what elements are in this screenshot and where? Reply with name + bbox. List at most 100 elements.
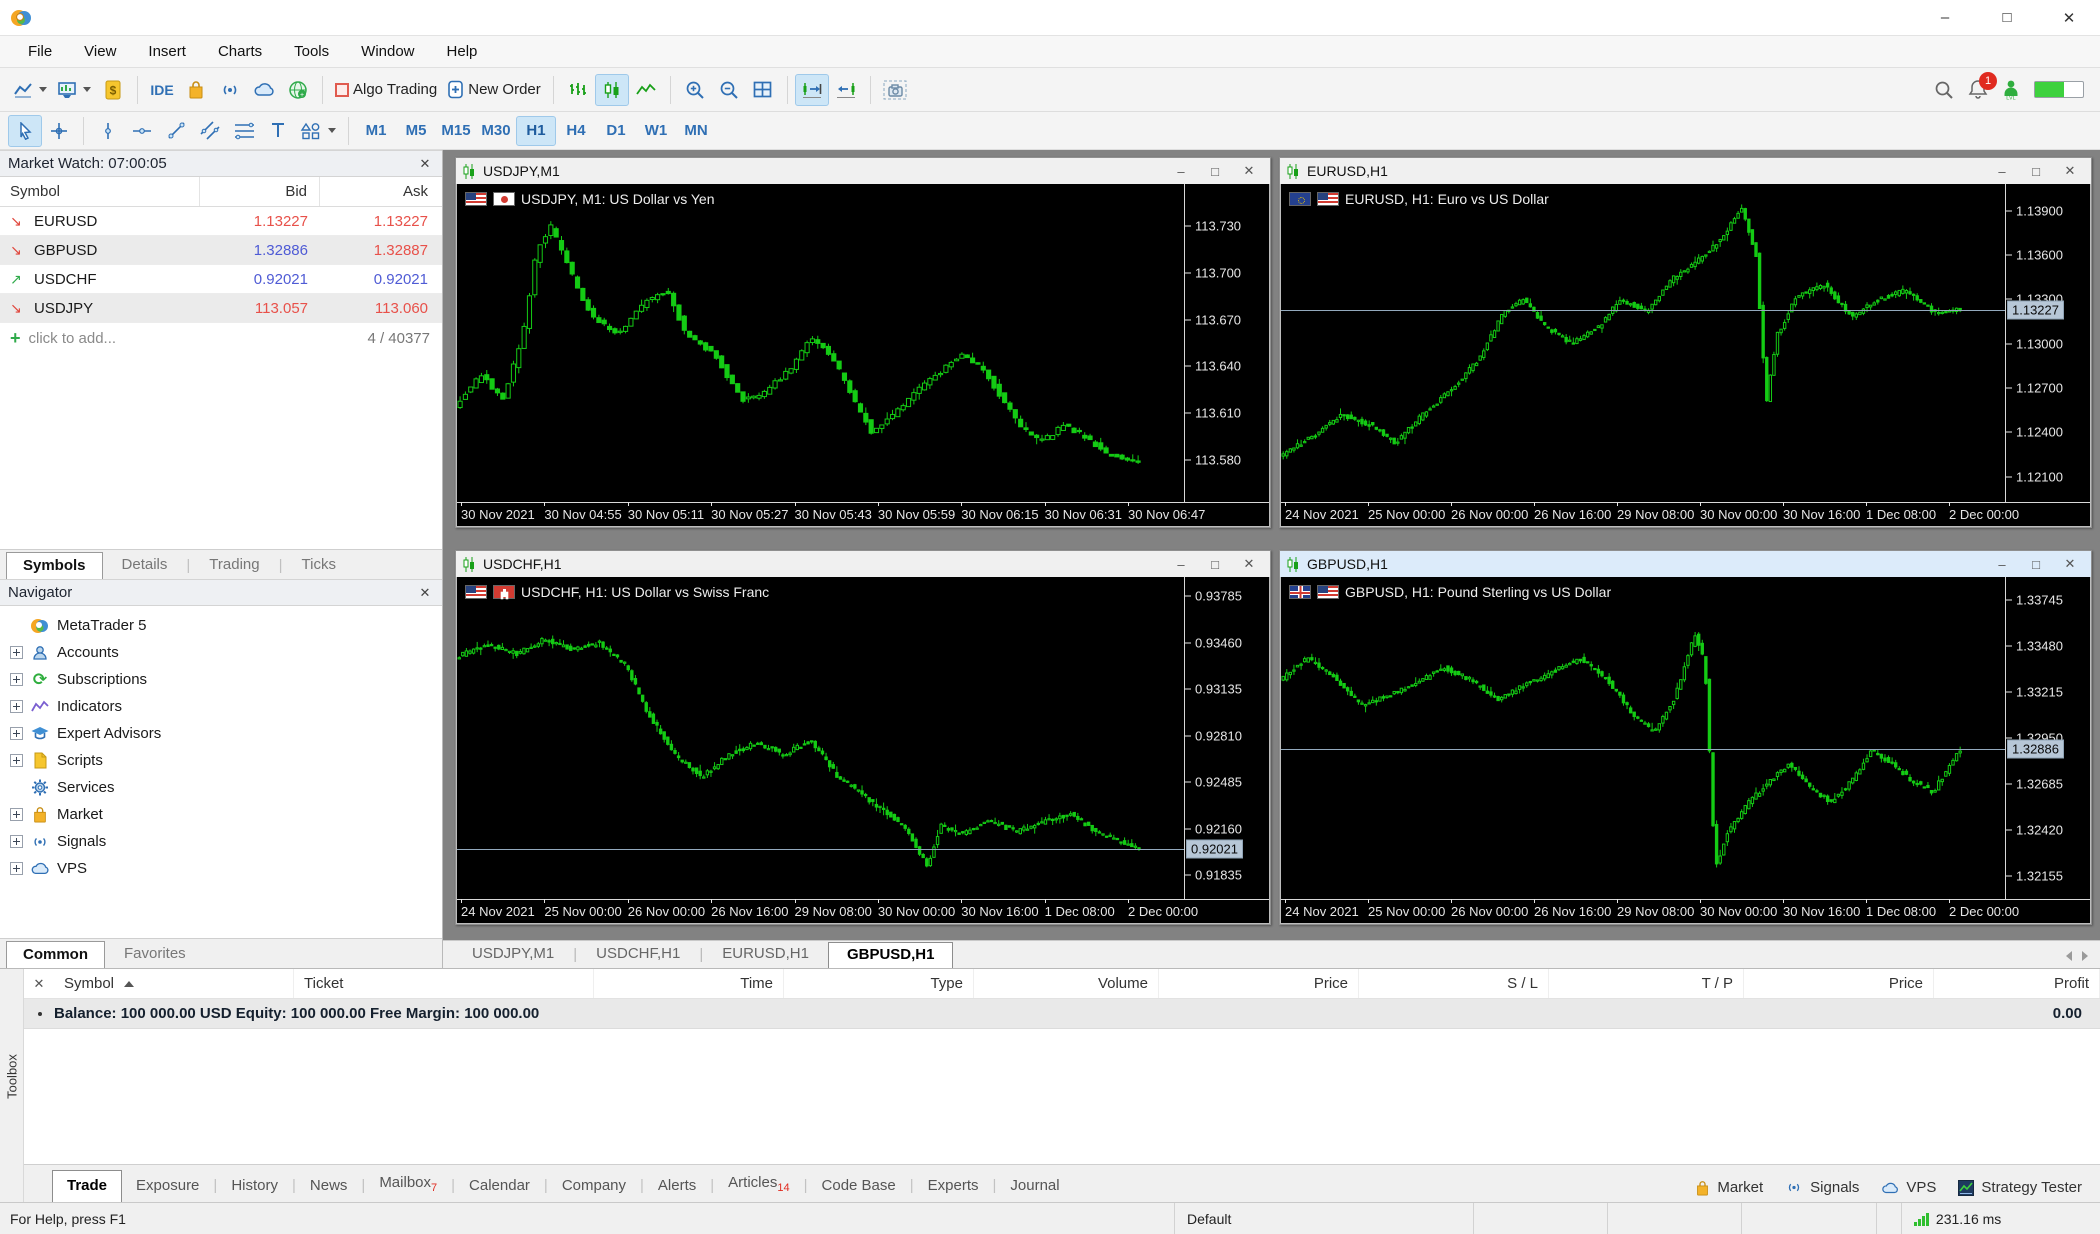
column-sl[interactable]: S / L [1359,969,1549,998]
us-flag-icon[interactable] [465,192,487,206]
tree-item-accounts[interactable]: Accounts [10,639,442,666]
column-ask[interactable]: Ask [320,183,440,200]
toolbox-tab-articles[interactable]: Articles14 [714,1168,803,1202]
timeframe-m5[interactable]: M5 [396,116,436,146]
market-shortcut-button[interactable]: Market [1695,1179,1763,1196]
chart-tab-usdchf[interactable]: USDCHF,H1 [577,941,699,968]
chart-close-button[interactable]: ✕ [2055,554,2085,574]
chart-price-axis[interactable]: 0.93785 0.93460 0.93135 0.92810 0.92485 0.921… [1185,577,1269,899]
timeframe-m15[interactable]: M15 [436,116,476,146]
line-chart-mode-button[interactable] [629,74,663,106]
chart-plot[interactable]: EURUSD, H1: Euro vs US Dollar [1281,184,2006,502]
close-icon[interactable]: ✕ [416,156,434,172]
column-volume[interactable]: Volume [974,969,1159,998]
tab-common[interactable]: Common [6,941,105,968]
close-icon[interactable]: ✕ [416,585,434,601]
column-ticket[interactable]: Ticket [294,969,594,998]
chart-titlebar[interactable]: GBPUSD,H1 – □ ✕ [1280,551,2091,577]
tree-root-metatrader5[interactable]: MetaTrader 5 [10,612,442,639]
column-price2[interactable]: Price [1744,969,1934,998]
chart-maximize-button[interactable]: □ [2021,161,2051,181]
column-symbol[interactable]: Symbol [54,969,294,998]
vertical-line-tool-button[interactable] [91,115,125,147]
cursor-tool-button[interactable] [8,114,42,147]
chart-titlebar[interactable]: EURUSD,H1 – □ ✕ [1280,158,2091,184]
expand-icon[interactable] [10,835,23,848]
vps-button[interactable] [247,74,281,106]
market-watch-row-eurusd[interactable]: ↘ EURUSD 1.13227 1.13227 [0,207,442,236]
window-minimize-button[interactable]: – [1914,0,1976,36]
expand-icon[interactable] [10,700,23,713]
chart-price-axis[interactable]: 1.13900 1.13600 1.13300 1.13000 1.12700 1.124… [2006,184,2090,502]
column-symbol[interactable]: Symbol [0,177,200,206]
column-profit[interactable]: Profit [1934,969,2100,998]
toolbox-tab-mailbox[interactable]: Mailbox7 [365,1168,451,1202]
market-watch-row-gbpusd[interactable]: ↘ GBPUSD 1.32886 1.32887 [0,236,442,265]
chart-minimize-button[interactable]: – [1987,554,2017,574]
ch-flag-icon[interactable] [493,585,515,599]
crosshair-tool-button[interactable] [42,115,76,147]
metaeditor-button[interactable]: IDE [145,74,179,106]
us-flag-icon[interactable] [1317,585,1339,599]
chart-minimize-button[interactable]: – [1987,161,2017,181]
tree-item-vps[interactable]: VPS [10,855,442,882]
balance-row[interactable]: Balance: 100 000.00 USD Equity: 100 000.… [24,999,2100,1029]
new-chart-button[interactable] [8,74,52,106]
window-maximize-button[interactable]: □ [1976,0,2038,36]
chart-maximize-button[interactable]: □ [1200,554,1230,574]
chart-time-axis[interactable]: 24 Nov 2021 25 Nov 00:00 26 Nov 00:00 26 No… [1281,502,2090,526]
tree-item-market[interactable]: Market [10,801,442,828]
zoom-out-button[interactable] [712,74,746,106]
algo-trading-button[interactable]: Algo Trading [330,74,442,106]
toolbox-tab-journal[interactable]: Journal [996,1171,1073,1202]
timeframe-h1[interactable]: H1 [516,115,556,146]
chart-close-button[interactable]: ✕ [1234,554,1264,574]
menu-window[interactable]: Window [345,39,430,64]
candlestick-mode-button[interactable] [594,73,629,106]
shapes-tool-button[interactable] [295,115,341,147]
column-bid[interactable]: Bid [200,177,320,206]
gb-flag-icon[interactable] [1289,585,1311,599]
us-flag-icon[interactable] [465,585,487,599]
trendline-tool-button[interactable] [159,115,193,147]
menu-tools[interactable]: Tools [278,39,345,64]
tree-item-scripts[interactable]: Scripts [10,747,442,774]
tree-item-expert-advisors[interactable]: Expert Advisors [10,720,442,747]
signals-button[interactable] [213,74,247,106]
chart-minimize-button[interactable]: – [1166,554,1196,574]
chart-plot[interactable]: GBPUSD, H1: Pound Sterling vs US Dollar [1281,577,2006,899]
chart-titlebar[interactable]: USDJPY,M1 – □ ✕ [456,158,1270,184]
tab-symbols[interactable]: Symbols [6,552,103,579]
expand-icon[interactable] [10,862,23,875]
us-flag-icon[interactable] [1317,192,1339,206]
tree-item-signals[interactable]: Signals [10,828,442,855]
vps-shortcut-button[interactable]: VPS [1881,1179,1936,1196]
toolbox-tab-trade[interactable]: Trade [52,1170,123,1202]
timeframe-mn[interactable]: MN [676,116,716,146]
toolbox-tab-news[interactable]: News [296,1171,362,1202]
expand-icon[interactable] [10,727,23,740]
chart-price-axis[interactable]: 113.730 113.700 113.670 113.640 113.610 113.5… [1185,184,1269,502]
chart-tab-gbpusd[interactable]: GBPUSD,H1 [827,942,954,968]
close-icon[interactable]: ✕ [24,976,54,992]
toolbox-tab-company[interactable]: Company [548,1171,640,1202]
zoom-in-button[interactable] [678,74,712,106]
chart-time-axis[interactable]: 30 Nov 2021 30 Nov 04:55 30 Nov 05:11 30 No… [457,502,1269,526]
chart-maximize-button[interactable]: □ [2021,554,2051,574]
tab-details[interactable]: Details [105,551,185,579]
strategy-tester-button[interactable]: Strategy Tester [1958,1179,2082,1196]
tab-ticks[interactable]: Ticks [285,551,353,579]
menu-charts[interactable]: Charts [202,39,278,64]
timeframe-h4[interactable]: H4 [556,116,596,146]
scroll-left-icon[interactable] [2066,951,2072,961]
window-close-button[interactable]: ✕ [2038,0,2100,36]
menu-file[interactable]: File [12,39,68,64]
chart-time-axis[interactable]: 24 Nov 2021 25 Nov 00:00 26 Nov 00:00 26 No… [457,899,1269,923]
notifications-button[interactable]: 1 [1968,72,1997,100]
chart-titlebar[interactable]: USDCHF,H1 – □ ✕ [456,551,1270,577]
chart-close-button[interactable]: ✕ [2055,161,2085,181]
tree-item-services[interactable]: Services [10,774,442,801]
menu-insert[interactable]: Insert [132,39,202,64]
chart-tab-eurusd[interactable]: EURUSD,H1 [703,941,828,968]
status-profile[interactable]: Default [1174,1203,1473,1234]
